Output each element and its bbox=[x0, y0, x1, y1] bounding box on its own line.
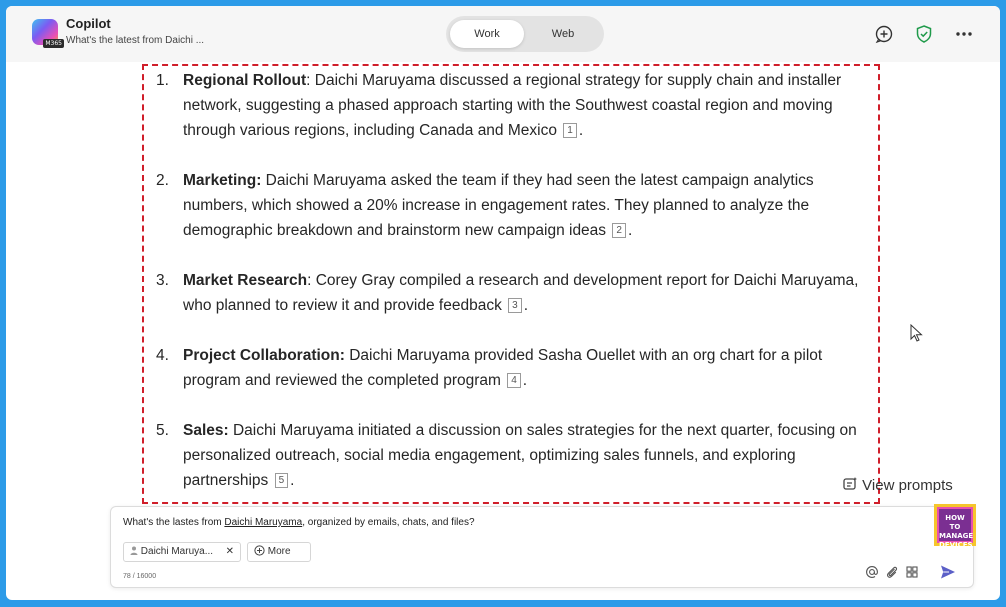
item-number: 3. bbox=[156, 272, 169, 289]
citation-marker[interactable]: 3 bbox=[508, 298, 522, 313]
item-term: Regional Rollout bbox=[183, 72, 307, 89]
citation-marker[interactable]: 4 bbox=[507, 373, 521, 388]
remove-chip-icon[interactable]: ✕ bbox=[226, 543, 234, 561]
brand-line: DEVICES bbox=[939, 541, 973, 549]
list-item: 3. Market Research: Corey Gray compiled … bbox=[156, 268, 881, 318]
citation-marker[interactable]: 1 bbox=[563, 123, 577, 138]
send-icon[interactable] bbox=[939, 563, 957, 581]
item-term: Sales: bbox=[183, 422, 229, 439]
character-counter: 78 / 16000 bbox=[123, 573, 157, 580]
item-end: . bbox=[523, 297, 529, 314]
brand-line: HOW TO bbox=[945, 514, 965, 531]
prompt-text-before: What's the lastes from bbox=[123, 517, 225, 528]
prompt-text-after: , organized by emails, chats, and files? bbox=[302, 517, 475, 528]
citation-marker[interactable]: 2 bbox=[612, 223, 626, 238]
view-prompts-button[interactable]: View prompts bbox=[842, 476, 953, 494]
copilot-window: M365 Copilot What's the latest from Daic… bbox=[6, 6, 1000, 600]
list-item: 5. Sales: Daichi Maruyama initiated a di… bbox=[156, 418, 881, 493]
more-icon[interactable] bbox=[954, 24, 974, 44]
toggle-work[interactable]: Work bbox=[450, 20, 524, 48]
more-label: More bbox=[267, 546, 291, 557]
response-list: 1. Regional Rollout: Daichi Maruyama dis… bbox=[156, 68, 881, 518]
logo-badge: M365 bbox=[43, 39, 64, 48]
list-item: 4. Project Collaboration: Daichi Maruyam… bbox=[156, 343, 881, 393]
person-chip-label: Daichi Maruya... bbox=[140, 546, 214, 557]
prompt-mention[interactable]: Daichi Maruyama bbox=[224, 517, 302, 528]
item-term: Market Research bbox=[183, 272, 308, 289]
mouse-cursor-icon bbox=[910, 324, 923, 342]
apps-grid-icon[interactable] bbox=[905, 565, 919, 579]
item-end: . bbox=[578, 122, 584, 139]
toggle-web[interactable]: Web bbox=[526, 20, 600, 48]
item-end: . bbox=[627, 222, 633, 239]
mention-icon[interactable] bbox=[865, 565, 879, 579]
item-number: 1. bbox=[156, 72, 169, 89]
prompts-icon bbox=[843, 477, 857, 490]
app-header: M365 Copilot What's the latest from Daic… bbox=[6, 6, 1000, 62]
copilot-logo-icon: M365 bbox=[32, 19, 64, 48]
item-end: . bbox=[522, 372, 528, 389]
item-end: . bbox=[290, 472, 295, 489]
prompt-composer[interactable]: What's the lastes from Daichi Maruyama, … bbox=[110, 506, 974, 588]
shield-check-icon[interactable] bbox=[914, 24, 934, 44]
prompt-input[interactable]: What's the lastes from Daichi Maruyama, … bbox=[123, 517, 475, 528]
list-item: 2. Marketing: Daichi Maruyama asked the … bbox=[156, 168, 881, 243]
how-to-manage-devices-logo: HOW TO MANAGE DEVICES bbox=[934, 504, 976, 549]
add-icon bbox=[254, 545, 265, 556]
item-term: Project Collaboration: bbox=[183, 347, 345, 364]
work-web-toggle: Work Web bbox=[446, 16, 604, 52]
brand-line: MANAGE bbox=[939, 532, 974, 540]
person-icon bbox=[130, 546, 138, 555]
app-title: Copilot bbox=[66, 16, 111, 31]
item-term: Marketing: bbox=[183, 172, 262, 189]
item-number: 5. bbox=[156, 422, 169, 439]
attach-icon[interactable] bbox=[885, 565, 899, 579]
view-prompts-label: View prompts bbox=[862, 477, 953, 494]
person-chip[interactable]: Daichi Maruya... ✕ bbox=[123, 542, 241, 562]
item-number: 2. bbox=[156, 172, 169, 189]
conversation-title: What's the latest from Daichi ... bbox=[66, 35, 205, 46]
item-number: 4. bbox=[156, 347, 169, 364]
new-chat-icon[interactable] bbox=[874, 24, 894, 44]
item-text: Daichi Maruyama asked the team if they h… bbox=[183, 172, 814, 239]
more-button[interactable]: More bbox=[247, 542, 311, 562]
list-item: 1. Regional Rollout: Daichi Maruyama dis… bbox=[156, 68, 881, 143]
citation-marker[interactable]: 5 bbox=[274, 473, 289, 488]
